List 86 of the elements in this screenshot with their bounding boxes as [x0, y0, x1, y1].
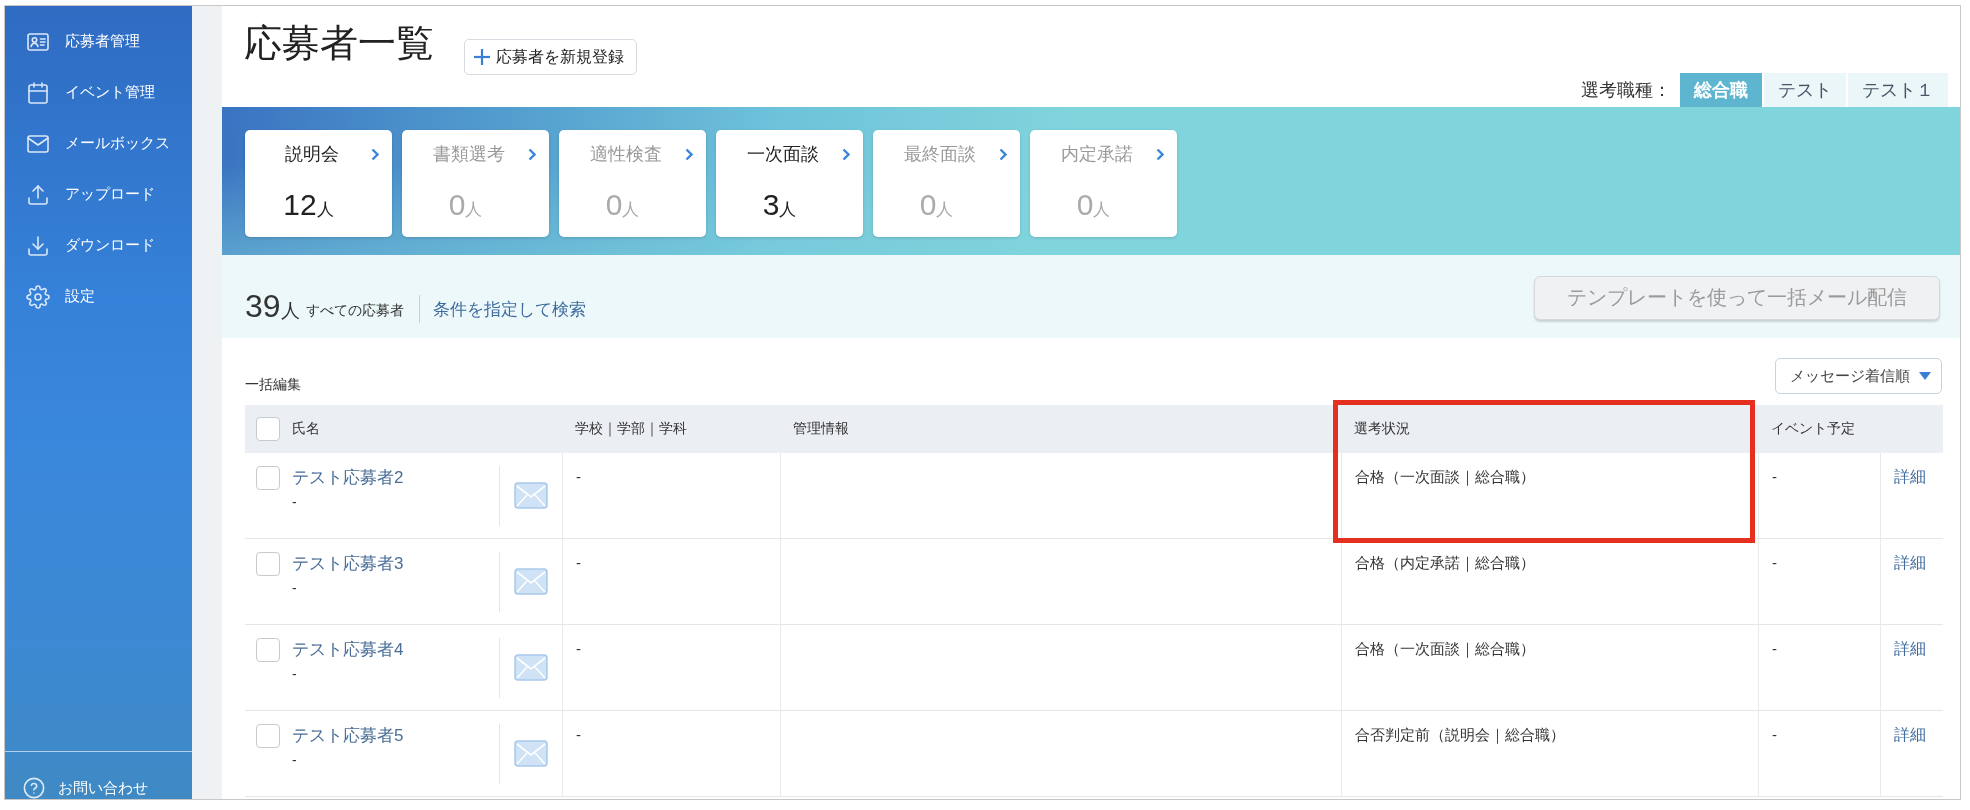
detail-link[interactable]: 詳細	[1894, 554, 1926, 571]
column-header: 学校｜学部｜学科	[575, 420, 687, 438]
bulk-edit-label: 一括編集	[245, 375, 301, 394]
applicant-count: 39人	[245, 288, 300, 325]
column-header: 管理情報	[793, 420, 849, 438]
stage-card[interactable]: 最終面談 0人	[873, 130, 1020, 237]
stage-card[interactable]: 内定承諾 0人	[1030, 130, 1177, 237]
job-type-tab[interactable]: テスト１	[1848, 73, 1948, 107]
column-header: 選考状況	[1354, 420, 1410, 438]
job-type-label: 選考職種：	[1581, 79, 1671, 102]
column-header: イベント予定	[1771, 420, 1855, 438]
page-title: 応募者一覧	[244, 23, 434, 65]
stage-title: 一次面談	[746, 143, 820, 166]
detail-link[interactable]: 詳細	[1894, 726, 1926, 743]
help-icon	[23, 777, 45, 799]
applicant-name-link[interactable]: テスト応募者2	[292, 466, 404, 490]
download-icon	[26, 233, 50, 258]
checkbox[interactable]	[256, 552, 280, 576]
plus-icon	[474, 49, 490, 65]
table-cell: 合否判定前（説明会｜総合職）	[1355, 726, 1565, 743]
checkbox[interactable]	[256, 417, 280, 441]
note-text: -	[292, 579, 298, 598]
settings-icon	[26, 284, 50, 309]
stage-count: 0人	[919, 187, 954, 223]
chevron-icon	[1156, 147, 1164, 161]
sidebar-item[interactable]: イベント管理	[5, 67, 192, 118]
stage-title: 適性検査	[589, 143, 663, 166]
stage-title: 内定承諾	[1060, 143, 1134, 166]
envelope-icon[interactable]	[513, 482, 548, 509]
table-cell: 合格（内定承諾｜総合職）	[1355, 554, 1535, 571]
stage-title: 最終面談	[903, 143, 977, 166]
sidebar-item[interactable]: メールボックス	[5, 118, 192, 169]
checkbox[interactable]	[256, 724, 280, 748]
chevron-icon	[528, 147, 536, 161]
applicant-name-link[interactable]: テスト応募者4	[292, 638, 404, 662]
stage-title: 説明会	[284, 143, 340, 166]
column-header: 氏名	[292, 420, 320, 438]
envelope-icon[interactable]	[513, 568, 548, 595]
applicant-name-link[interactable]: テスト応募者5	[292, 724, 404, 748]
calendar-icon	[26, 80, 50, 105]
sidebar-item[interactable]: アップロード	[5, 169, 192, 220]
stage-card[interactable]: 説明会 12人	[245, 130, 392, 237]
stage-count: 0人	[1076, 187, 1111, 223]
new-applicant-button[interactable]: 応募者を新規登録	[464, 39, 637, 75]
search-link[interactable]: 条件を指定して検索	[432, 298, 586, 321]
checkbox[interactable]	[256, 466, 280, 490]
note-text: -	[292, 493, 298, 512]
sidebar-item[interactable]: 設定	[5, 271, 192, 322]
table-cell: -	[1772, 468, 1777, 485]
sort-dropdown[interactable]: メッセージ着信順	[1775, 358, 1942, 394]
chevron-icon	[842, 147, 850, 161]
stage-title: 書類選考	[432, 143, 506, 166]
table-cell: -	[1772, 726, 1777, 743]
applicant-name-link[interactable]: テスト応募者3	[292, 552, 404, 576]
envelope-icon[interactable]	[513, 740, 548, 767]
stage-count: 3人	[762, 187, 797, 223]
stage-count: 0人	[448, 187, 483, 223]
count-label: すべての応募者	[305, 301, 404, 320]
table-cell: -	[576, 468, 581, 485]
stage-card[interactable]: 書類選考 0人	[402, 130, 549, 237]
detail-link[interactable]: 詳細	[1894, 468, 1926, 485]
sidebar-item[interactable]: 応募者管理	[5, 16, 192, 67]
envelope-icon[interactable]	[513, 654, 548, 681]
stage-card[interactable]: 適性検査 0人	[559, 130, 706, 237]
table-cell: -	[576, 640, 581, 657]
note-text: -	[292, 751, 298, 770]
stage-card[interactable]: 一次面談 3人	[716, 130, 863, 237]
table-cell: -	[1772, 640, 1777, 657]
stage-count: 12人	[283, 187, 334, 223]
chevron-icon	[999, 147, 1007, 161]
checkbox[interactable]	[256, 638, 280, 662]
table-cell: 合格（一次面談｜総合職）	[1355, 640, 1535, 657]
contact-link[interactable]: お問い合わせ	[5, 777, 192, 799]
chevron-icon	[371, 147, 379, 161]
chevron-icon	[685, 147, 693, 161]
job-type-tab[interactable]: テスト	[1764, 73, 1846, 107]
upload-icon	[26, 182, 50, 207]
table-cell: -	[576, 554, 581, 571]
table-cell: 合格（一次面談｜総合職）	[1355, 468, 1535, 485]
sidebar-item[interactable]: ダウンロード	[5, 220, 192, 271]
caret-icon	[1919, 372, 1931, 380]
table-cell: -	[576, 726, 581, 743]
detail-link[interactable]: 詳細	[1894, 640, 1926, 657]
stage-count: 0人	[605, 187, 640, 223]
note-text: -	[292, 665, 298, 684]
table-cell: -	[1772, 554, 1777, 571]
